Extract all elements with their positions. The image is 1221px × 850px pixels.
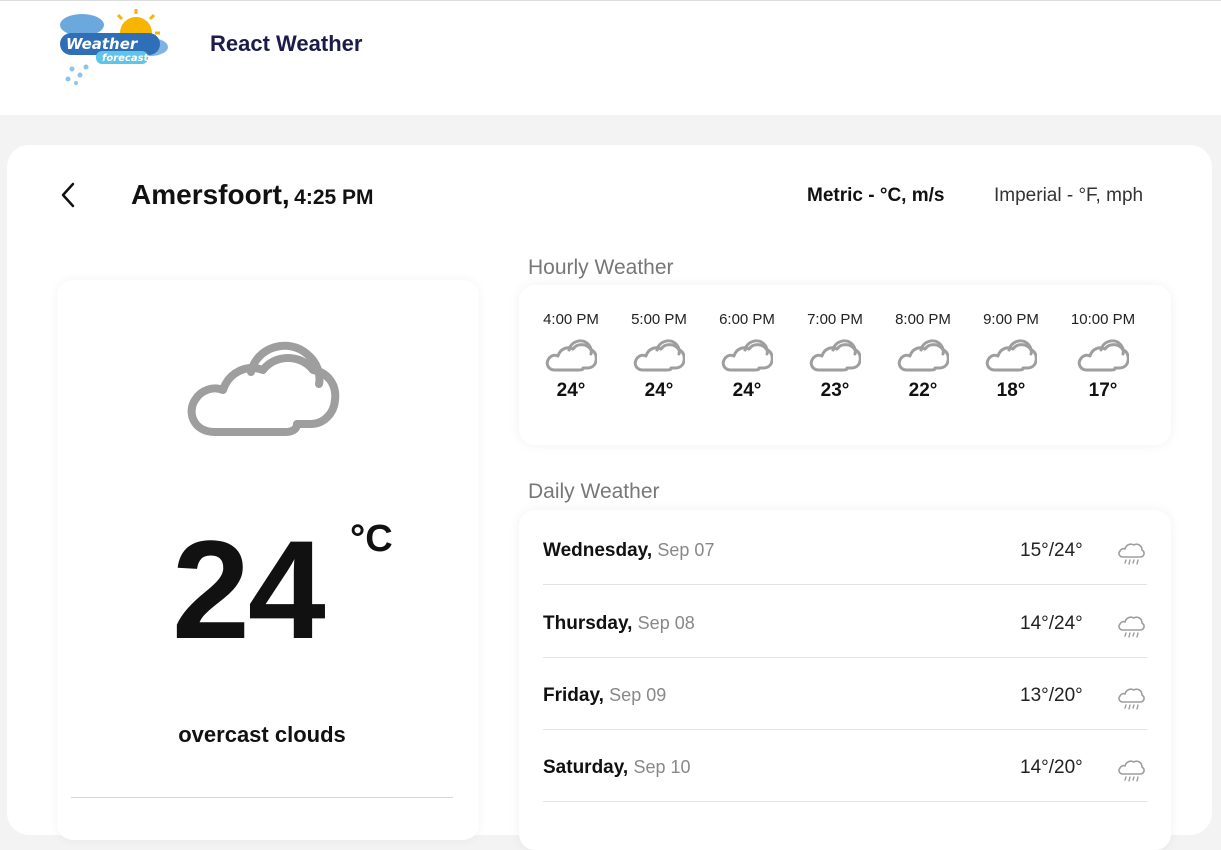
daily-weather-panel: Wednesday, Sep 07 15°/24° Thursday, Sep … bbox=[519, 510, 1171, 850]
imperial-units-button[interactable]: Imperial - °F, mph bbox=[994, 185, 1143, 207]
cloud-icon bbox=[985, 339, 1037, 372]
day-date: Sep 08 bbox=[637, 613, 695, 633]
daily-row: Thursday, Sep 08 14°/24° bbox=[543, 585, 1147, 658]
city-name: Amersfoort, bbox=[131, 179, 290, 210]
hourly-weather-title: Hourly Weather bbox=[528, 256, 674, 279]
hour-temp: 24° bbox=[556, 380, 586, 401]
rain-cloud-icon bbox=[1118, 616, 1145, 638]
hour-time: 8:00 PM bbox=[895, 311, 951, 328]
app-title: React Weather bbox=[210, 31, 363, 56]
day-date: Sep 09 bbox=[609, 685, 667, 705]
day-label: Thursday, Sep 08 bbox=[543, 613, 695, 635]
hour-temp: 22° bbox=[908, 380, 938, 401]
day-name: Saturday, bbox=[543, 757, 629, 778]
temperature-unit: °C bbox=[350, 518, 393, 560]
rain-cloud-icon bbox=[1118, 688, 1145, 710]
hour-time: 9:00 PM bbox=[983, 311, 1039, 328]
daily-row: Saturday, Sep 10 14°/20° bbox=[543, 729, 1147, 802]
rain-cloud-icon bbox=[1118, 760, 1145, 782]
weather-condition: overcast clouds bbox=[178, 722, 346, 747]
hour-time: 5:00 PM bbox=[631, 311, 687, 328]
current-weather-panel: 24 °C bbox=[57, 280, 479, 840]
svg-text:Weather: Weather bbox=[66, 35, 139, 53]
day-date: Sep 07 bbox=[657, 540, 715, 560]
day-name: Wednesday, bbox=[543, 540, 653, 561]
cloud-icon bbox=[721, 339, 773, 372]
divider bbox=[71, 797, 453, 798]
day-label: Wednesday, Sep 07 bbox=[543, 540, 714, 562]
hourly-weather-panel: 4:00 PM 24° 5:00 PM 24° 6:00 PM 24° 7:00… bbox=[519, 285, 1171, 445]
hourly-item: 8:00 PM 22° bbox=[883, 311, 963, 402]
hour-time: 6:00 PM bbox=[719, 311, 775, 328]
cloud-icon bbox=[633, 339, 685, 372]
back-arrow-icon[interactable] bbox=[57, 180, 81, 210]
day-label: Friday, Sep 09 bbox=[543, 685, 666, 707]
current-temperature: 24 bbox=[172, 511, 326, 668]
hourly-item: 7:00 PM 23° bbox=[795, 311, 875, 402]
local-time: 4:25 PM bbox=[294, 186, 374, 209]
day-label: Saturday, Sep 10 bbox=[543, 757, 691, 779]
cloud-icon bbox=[897, 339, 949, 372]
hour-temp: 23° bbox=[820, 380, 850, 401]
day-name: Friday, bbox=[543, 685, 604, 706]
app-header: Weather forecast React Weather bbox=[0, 1, 1221, 115]
weather-forecast-logo: Weather forecast bbox=[60, 9, 168, 85]
hourly-item: 9:00 PM 18° bbox=[971, 311, 1051, 402]
cloud-icon bbox=[809, 339, 861, 372]
hour-time: 10:00 PM bbox=[1070, 311, 1136, 328]
hour-temp: 18° bbox=[996, 380, 1026, 401]
daily-row: Wednesday, Sep 07 15°/24° bbox=[543, 512, 1147, 585]
cloud-icon bbox=[187, 341, 340, 436]
day-name: Thursday, bbox=[543, 613, 633, 634]
hourly-item: 4:00 PM 24° bbox=[531, 311, 611, 402]
hour-time: 7:00 PM bbox=[807, 311, 863, 328]
daily-row: Friday, Sep 09 13°/20° bbox=[543, 657, 1147, 730]
metric-units-button[interactable]: Metric - °C, m/s bbox=[807, 185, 944, 207]
cloud-icon bbox=[1077, 339, 1129, 372]
day-date: Sep 10 bbox=[633, 757, 691, 777]
hourly-item: 5:00 PM 24° bbox=[619, 311, 699, 402]
temp-range: 13°/20° bbox=[1020, 685, 1083, 706]
svg-text:forecast: forecast bbox=[102, 53, 150, 64]
temp-range: 14°/20° bbox=[1020, 757, 1083, 778]
location-header: Amersfoort, 4:25 PM bbox=[131, 179, 374, 211]
temp-range: 14°/24° bbox=[1020, 613, 1083, 634]
hourly-item: 10:00 PM 17° bbox=[1063, 311, 1143, 402]
hourly-item: 6:00 PM 24° bbox=[707, 311, 787, 402]
hour-time: 4:00 PM bbox=[543, 311, 599, 328]
rain-cloud-icon bbox=[1118, 543, 1145, 565]
temp-range: 15°/24° bbox=[1020, 540, 1083, 561]
hour-temp: 24° bbox=[732, 380, 762, 401]
daily-weather-title: Daily Weather bbox=[528, 480, 660, 503]
hour-temp: 24° bbox=[644, 380, 674, 401]
weather-card: Amersfoort, 4:25 PM Metric - °C, m/s Imp… bbox=[7, 145, 1212, 850]
cloud-icon bbox=[545, 339, 597, 372]
hour-temp: 17° bbox=[1088, 380, 1118, 401]
